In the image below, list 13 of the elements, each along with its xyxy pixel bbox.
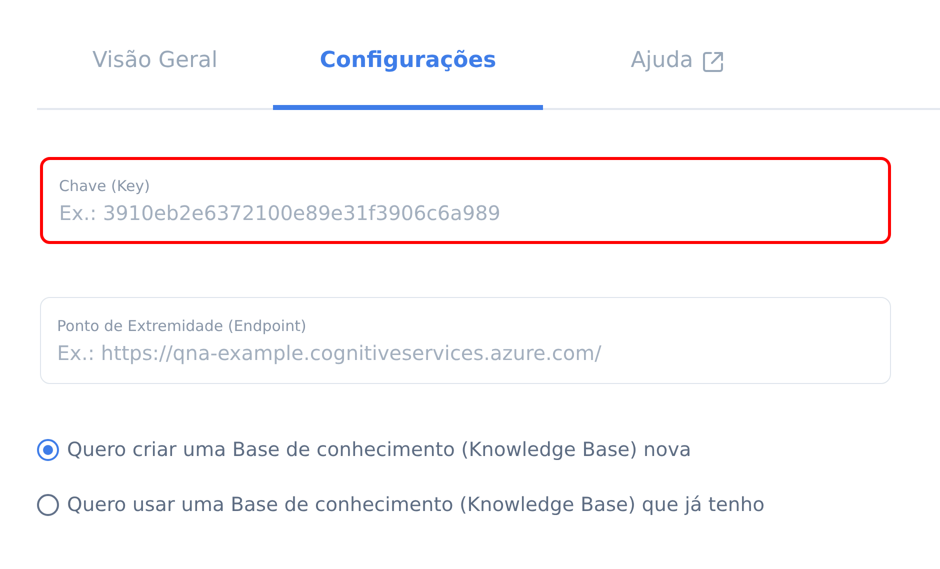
text-field[interactable]: Ponto de Extremidade (Endpoint) Ex.: https://qna-example.cognitiveservices.azure.com/ [40,297,891,384]
tab[interactable]: Visão Geral [37,36,273,110]
input-field[interactable]: Ex.: https://qna-example.cognitiveservices.azure.com/ [57,340,874,364]
radio-button[interactable] [37,438,59,460]
field-label: Ponto de Extremidade (Endpoint) [57,316,308,334]
input-field[interactable]: Ex.: 3910eb2e6372100e89e31f3906c6a989 [59,200,872,224]
text-field[interactable]: Chave (Key) Ex.: 3910eb2e6372100e89e31f3906c6a989 [40,157,891,244]
option-label[interactable]: Quero usar uma Base de conhecimento (Knowledge Base) que já tenho [67,493,765,516]
tab[interactable]: Ajuda [543,36,813,110]
field-label: Chave (Key) [59,176,151,194]
option-label[interactable]: Quero criar uma Base de conhecimento (Knowledge Base) nova [67,438,692,461]
radio-button[interactable] [37,494,59,516]
tab[interactable]: Configurações [273,36,543,110]
